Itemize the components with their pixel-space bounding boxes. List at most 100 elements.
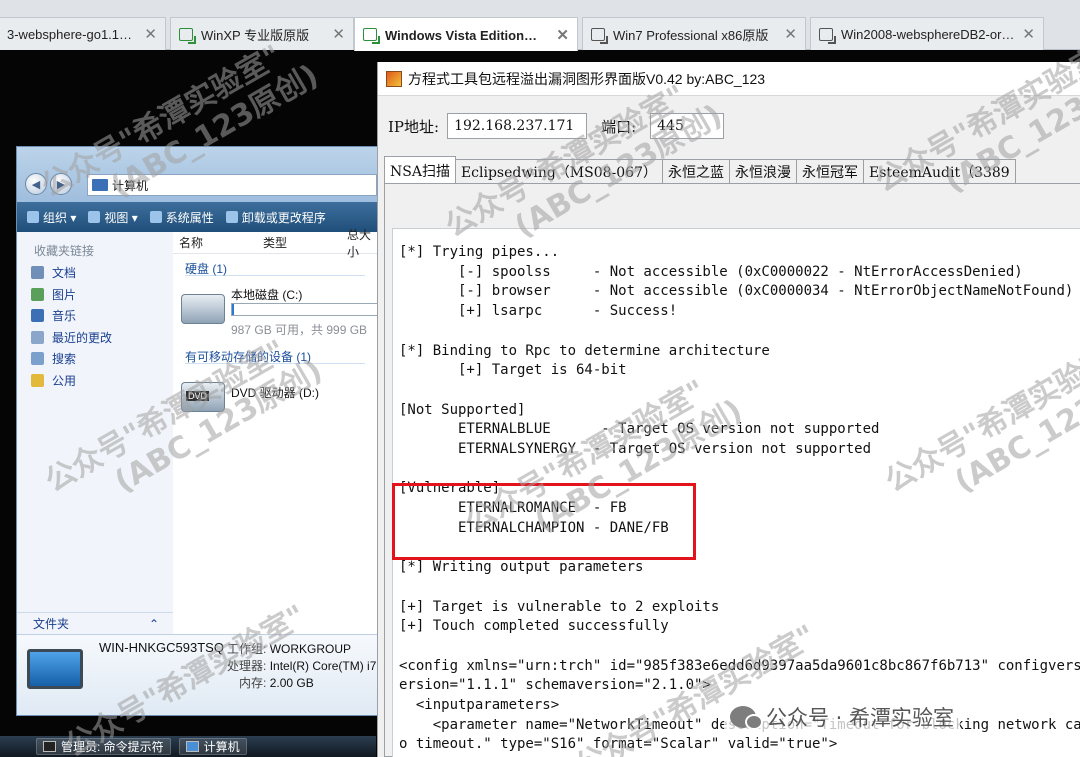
organize-label: 组织 ▾ [43, 210, 77, 225]
screenshot-root: 3-websphere-go1.10.8-... ✕ WinXP 专业版原版 ✕… [0, 0, 1080, 757]
console-line: [*] Writing output parameters [399, 559, 644, 576]
vm-window-icon [591, 27, 608, 44]
console-line: [*] Trying pipes... [399, 244, 560, 260]
computer-name: WIN-HNKGC593TSQ [99, 640, 224, 655]
close-icon[interactable]: ✕ [144, 25, 157, 43]
sidebar-item-documents[interactable]: 文档 [17, 262, 173, 284]
views-icon [88, 211, 101, 223]
port-input[interactable]: 445 [650, 113, 725, 139]
window-title: 方程式工具包远程溢出漏洞图形界面版V0.42 by:ABC_123 [408, 70, 766, 87]
workgroup-label: 工作组: [227, 642, 267, 656]
output-console[interactable]: [*] Trying pipes... [-] spoolss - Not ac… [392, 228, 1080, 757]
console-line: <config xmlns="urn:trch" id="985f383e6ed… [399, 657, 1080, 674]
taskbar-cmd-label: 管理员: 命令提示符 [61, 740, 164, 754]
documents-icon [31, 266, 44, 280]
uninstall-label: 卸载或更改程序 [241, 210, 326, 225]
vm-window-icon [179, 27, 196, 44]
explorer-nav-buttons: ◀ ▶ [25, 173, 75, 195]
sidebar-item-label: 音乐 [52, 309, 77, 324]
console-line: [+] Target is vulnerable to 2 exploits [399, 598, 720, 615]
close-icon[interactable]: ✕ [1022, 25, 1035, 43]
browser-tab-strip: 3-websphere-go1.10.8-... ✕ WinXP 专业版原版 ✕… [0, 0, 1080, 51]
sidebar-item-label: 文档 [52, 266, 77, 281]
wechat-watermark: 公众号 · 希潭实验室 [724, 700, 961, 734]
drive-c[interactable]: 本地磁盘 (C:) 987 GB 可用，共 999 GB [173, 276, 379, 342]
ip-label: IP地址: [388, 117, 440, 136]
sidebar-item-pictures[interactable]: 图片 [17, 284, 173, 306]
favorite-links-header: 收藏夹链接 [34, 244, 95, 258]
browser-tab-win7[interactable]: Win7 Professional x86原版 ✕ [582, 17, 806, 50]
back-arrow-icon[interactable]: ◀ [25, 173, 47, 195]
browser-tab-vista[interactable]: Windows Vista Edition原版 ✕ [354, 17, 578, 51]
cpu-row: 处理器: Intel(R) Core(TM) i7 [227, 657, 376, 674]
browser-tab-winxp[interactable]: WinXP 专业版原版 ✕ [170, 17, 354, 50]
browser-tab-websphere-go[interactable]: 3-websphere-go1.10.8-... ✕ [0, 17, 166, 50]
column-header-name[interactable]: 名称 [173, 234, 257, 251]
sidebar-item-music[interactable]: 音乐 [17, 305, 173, 327]
views-button[interactable]: 视图 ▾ [88, 209, 138, 226]
computer-icon [185, 741, 199, 752]
close-icon[interactable]: ✕ [784, 25, 797, 43]
tool-tab-strip: NSA扫描 Eclipsedwing（MS08-067） 永恒之蓝 永恒浪漫 永… [384, 156, 1016, 184]
tab-label: Win7 Professional x86原版 [613, 27, 769, 43]
recent-changes-icon [31, 330, 44, 344]
tab-eternalchampion[interactable]: 永恒冠军 [796, 159, 864, 184]
taskbar-computer-label: 计算机 [203, 740, 240, 754]
tab-esteemaudit[interactable]: EsteemAudit（3389 [863, 159, 1016, 184]
console-line: [Vulnerable] [399, 480, 501, 497]
public-folder-icon [31, 373, 44, 387]
forward-arrow-icon[interactable]: ▶ [50, 173, 72, 195]
console-line: ETERNALROMANCE - FB [399, 500, 627, 517]
computer-monitor-icon [27, 649, 83, 689]
views-label: 视图 ▾ [104, 210, 138, 225]
tool-titlebar: 方程式工具包远程溢出漏洞图形界面版V0.42 by:ABC_123 [378, 62, 1080, 96]
ip-input[interactable]: 192.168.237.171 [447, 113, 588, 139]
close-icon[interactable]: ✕ [556, 26, 569, 44]
address-text: 计算机 [112, 178, 149, 193]
search-icon [31, 352, 44, 366]
column-header-type[interactable]: 类型 [257, 234, 341, 251]
details-pane: WIN-HNKGC593TSQ 工作组: WORKGROUP 处理器: Inte… [17, 634, 379, 715]
browser-tab-win2008[interactable]: Win2008-websphereDB2-oracle... ✕ [810, 17, 1044, 50]
console-line: [-] spoolss - Not accessible (0xC0000022… [399, 263, 1023, 280]
column-header-total-size[interactable]: 总大小 [341, 226, 379, 260]
pictures-icon [31, 287, 44, 301]
exploit-tool-window: 方程式工具包远程溢出漏洞图形界面版V0.42 by:ABC_123 IP地址: … [377, 62, 1080, 757]
sidebar-item-search[interactable]: 搜索 [17, 348, 173, 370]
vm-window-icon [819, 27, 836, 44]
sidebar-item-label: 公用 [52, 373, 77, 388]
address-bar[interactable]: 计算机 [87, 174, 377, 196]
group-header-hard-disks[interactable]: 硬盘 (1) [185, 260, 365, 276]
tab-eternalromance[interactable]: 永恒浪漫 [729, 159, 797, 184]
taskbar: 管理员: 命令提示符 计算机 [0, 736, 376, 757]
organize-button[interactable]: 组织 ▾ [27, 209, 76, 226]
folders-toggle[interactable]: 文件夹 ⌃ [17, 612, 173, 634]
tab-nsa-scan[interactable]: NSA扫描 [384, 156, 456, 184]
taskbar-cmd-button[interactable]: 管理员: 命令提示符 [36, 738, 171, 755]
console-line: ersion="1.1.1" schemaversion="2.1.0"> [399, 677, 711, 694]
explorer-toolbar: 组织 ▾ 视图 ▾ 系统属性 卸载或更改程序 [17, 202, 379, 232]
close-icon[interactable]: ✕ [332, 25, 345, 43]
group-header-removable[interactable]: 有可移动存储的设备 (1) [185, 348, 365, 364]
taskbar-computer-button[interactable]: 计算机 [178, 738, 247, 755]
console-line: [Not Supported] [399, 401, 526, 418]
tab-eclipsedwing[interactable]: Eclipsedwing（MS08-067） [454, 159, 663, 184]
system-properties-button[interactable]: 系统属性 [149, 209, 214, 226]
console-line: [+] Touch completed successfully [399, 618, 669, 635]
cpu-label: 处理器: [227, 659, 267, 673]
uninstall-program-button[interactable]: 卸载或更改程序 [225, 209, 326, 226]
chevron-up-icon: ⌃ [148, 616, 159, 631]
drive-c-usage-bar [231, 303, 379, 316]
drive-d[interactable]: DVD 驱动器 (D:) [173, 364, 379, 430]
sidebar-item-public[interactable]: 公用 [17, 370, 173, 392]
drive-d-name: DVD 驱动器 (D:) [231, 386, 319, 400]
tab-eternalblue[interactable]: 永恒之蓝 [662, 159, 730, 184]
memory-label: 内存: [239, 676, 267, 690]
favorite-links-pane: 收藏夹链接 文档 图片 音乐 最近的更改 搜索 公用 [17, 232, 173, 632]
sidebar-item-recent-changes[interactable]: 最近的更改 [17, 327, 173, 349]
